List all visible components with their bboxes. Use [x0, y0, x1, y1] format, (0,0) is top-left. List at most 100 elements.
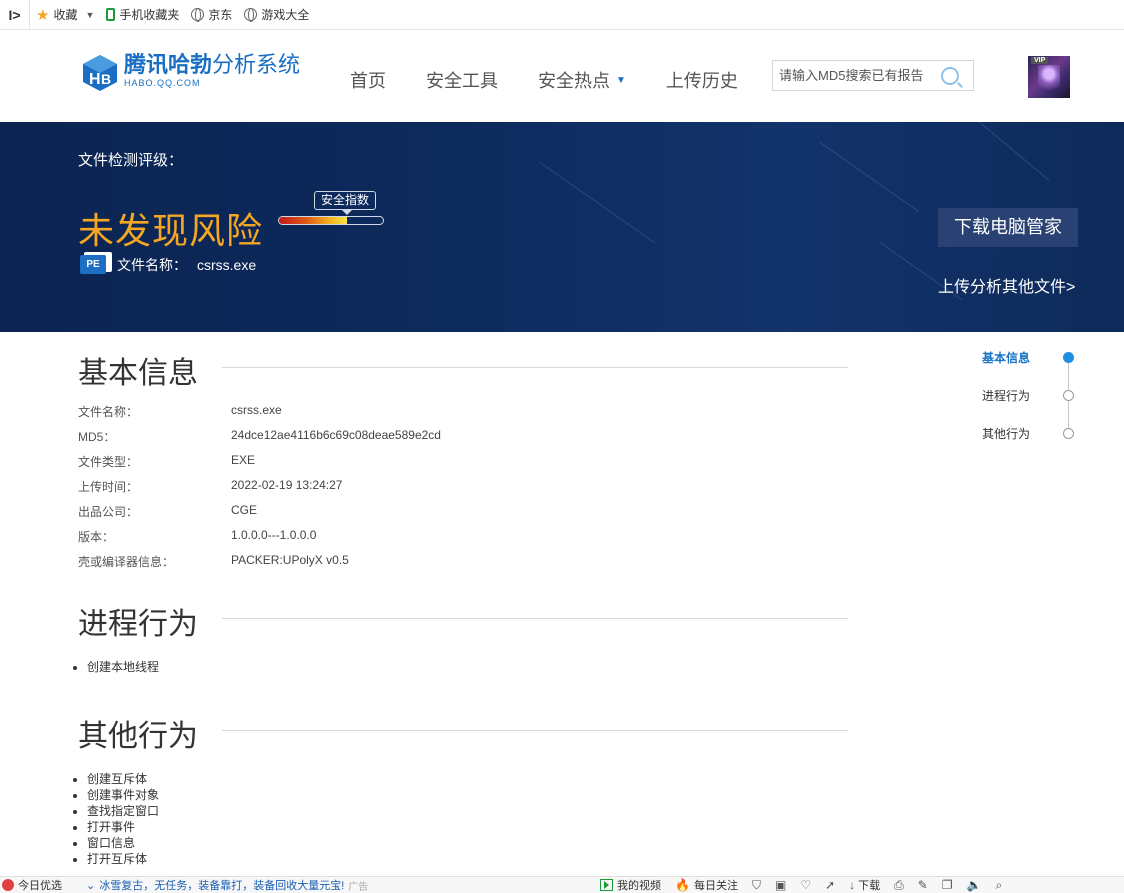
my-videos[interactable]: 我的视频 — [600, 877, 661, 893]
bookmark-favorites[interactable]: ★ 收藏 ▼ — [36, 6, 94, 24]
anchor-basic-info[interactable]: 基本信息 — [982, 349, 1030, 366]
list-item: 打开互斥体 — [87, 851, 159, 867]
list-item: 打开事件 — [87, 819, 159, 835]
detection-banner: 文件检测评级： 未发现风险 安全指数 PE 文件名称： csrss.exe 下载电… — [0, 122, 1124, 332]
info-label: MD5： — [78, 430, 116, 444]
bookmark-mobile-favorites[interactable]: 手机收藏夹 — [106, 6, 179, 23]
flame-icon: 🔥 — [675, 878, 690, 892]
daily-follow[interactable]: 🔥 每日关注 — [675, 877, 738, 893]
info-label: 上传时间： — [78, 480, 139, 494]
news-ticker[interactable]: ⌄ 冰雪复古，无任务，装备靠打，装备回收大量元宝! 广告 — [86, 877, 368, 893]
nav-label: 安全工具 — [426, 71, 498, 91]
section-title-process: 进程行为 — [78, 608, 198, 641]
list-item: 窗口信息 — [87, 835, 159, 851]
downloads[interactable]: ↓ 下载 — [849, 877, 880, 893]
decorative-streak — [539, 162, 655, 244]
logo-title-light: 分析系统 — [212, 52, 301, 77]
info-value: 1.0.0.0---1.0.0.0 — [231, 528, 317, 542]
info-label: 文件名称： — [78, 405, 139, 419]
nav-home[interactable]: 首页 — [350, 67, 386, 93]
search-icon[interactable] — [941, 66, 959, 85]
nav-security-tools[interactable]: 安全工具 — [426, 67, 498, 93]
news-text: 冰雪复古，无任务，装备靠打，装备回收大量元宝! — [99, 880, 345, 892]
info-value: 24dce12ae4116b6c69c08deae589e2cd — [231, 428, 441, 442]
hero-file-name: 文件名称： csrss.exe — [117, 255, 256, 275]
bookmark-label: 收藏 — [53, 8, 78, 22]
rocket-icon[interactable]: ➚ — [825, 878, 835, 892]
chevron-down-icon: ⌄ — [86, 879, 96, 892]
list-item: 创建互斥体 — [87, 771, 159, 787]
list-item: 创建本地线程 — [87, 659, 159, 675]
bookmark-games[interactable]: 游戏大全 — [244, 6, 309, 23]
process-behavior-list: 创建本地线程 — [87, 659, 159, 675]
downloads-label: 下载 — [858, 880, 881, 892]
heartbeat-icon[interactable]: ♡ — [800, 878, 811, 892]
vip-badge: VIP — [1031, 57, 1049, 64]
section-title-basic: 基本信息 — [78, 357, 198, 390]
nav-upload-history[interactable]: 上传历史 — [666, 67, 738, 93]
logo-subtitle: HABO.QQ.COM — [124, 78, 201, 89]
today-picks-label: 今日优选 — [18, 880, 62, 892]
safety-index-fill — [279, 217, 347, 224]
info-label: 版本： — [78, 530, 115, 544]
md5-search-box — [772, 60, 974, 91]
today-picks-icon — [2, 879, 14, 891]
caret-down-icon: ▼ — [616, 74, 626, 86]
logo-title-bold: 腾讯哈勃 — [124, 52, 213, 77]
decorative-streak — [819, 142, 919, 212]
daily-follow-label: 每日关注 — [693, 880, 738, 892]
anchor-process-behavior[interactable]: 进程行为 — [982, 387, 1030, 404]
risk-result: 未发现风险 — [78, 210, 264, 251]
info-value: PACKER:UPolyX v0.5 — [231, 553, 349, 567]
chevron-down-icon[interactable]: ▼ — [85, 10, 94, 20]
bookmark-label: 京东 — [208, 8, 233, 22]
brush-icon[interactable]: ✎ — [918, 878, 928, 892]
main-nav: 首页 安全工具 安全热点 ▼ 上传历史 — [350, 67, 778, 93]
info-value: 2022-02-19 13:24:27 — [231, 478, 343, 492]
nav-security-hotspots[interactable]: 安全热点 ▼ — [538, 67, 626, 93]
anchor-dot[interactable] — [1063, 428, 1074, 439]
info-value: CGE — [231, 503, 258, 517]
md5-search-input[interactable] — [773, 61, 939, 90]
info-value: csrss.exe — [231, 403, 282, 417]
svg-text:B: B — [101, 71, 111, 87]
phone-icon — [106, 8, 116, 21]
rating-label: 文件检测评级： — [78, 152, 184, 169]
info-value: EXE — [231, 453, 256, 467]
window-icon[interactable]: ❐ — [942, 878, 953, 892]
bookmark-jd[interactable]: 京东 — [191, 6, 232, 23]
file-name-label: 文件名称： — [117, 257, 187, 273]
bookmark-label: 手机收藏夹 — [119, 8, 180, 22]
info-label: 出品公司： — [78, 505, 139, 519]
svg-text:H: H — [89, 71, 101, 88]
anchor-dot[interactable] — [1063, 390, 1074, 401]
play-icon — [600, 879, 613, 891]
site-header: H B 腾讯哈勃分析系统 HABO.QQ.COM 首页 安全工具 安全热点 ▼ 上… — [0, 31, 1124, 122]
avatar-figure — [1038, 65, 1060, 95]
today-picks[interactable]: 今日优选 — [2, 877, 62, 893]
pe-file-icon: PE — [80, 252, 112, 274]
safety-index-tag: 安全指数 — [314, 191, 377, 215]
download-pc-manager-button[interactable]: 下载电脑管家 — [938, 208, 1078, 247]
globe-icon — [244, 8, 258, 22]
info-label: 文件类型： — [78, 455, 139, 469]
zoom-icon[interactable]: ⌕ — [996, 878, 1003, 893]
nav-label: 首页 — [350, 71, 386, 91]
section-divider — [222, 618, 848, 619]
sidebar-toggle-icon[interactable]: I> — [0, 0, 30, 30]
decorative-streak — [979, 122, 1050, 181]
print-icon[interactable]: ⎙ — [894, 878, 904, 893]
safety-index-bar — [278, 216, 384, 225]
image-icon[interactable]: ▣ — [775, 878, 786, 892]
anchor-other-behavior[interactable]: 其他行为 — [982, 425, 1030, 442]
other-behavior-list: 创建互斥体 创建事件对象 查找指定窗口 打开事件 窗口信息 打开互斥体 — [87, 771, 159, 867]
status-bar-tools: 我的视频 🔥 每日关注 ⛉ ▣ ♡ ➚ ↓ 下载 ⎙ ✎ ❐ 🔈 ⌕ — [600, 877, 1002, 893]
anchor-dot-active[interactable] — [1063, 352, 1074, 363]
bookmark-bar: I> ★ 收藏 ▼ 手机收藏夹 京东 游戏大全 — [0, 0, 1124, 30]
site-logo[interactable]: H B 腾讯哈勃分析系统 HABO.QQ.COM — [80, 52, 301, 93]
user-avatar[interactable]: VIP — [1028, 56, 1070, 98]
upload-other-file-link[interactable]: 上传分析其他文件> — [938, 273, 1075, 297]
browser-status-bar: 今日优选 ⌄ 冰雪复古，无任务，装备靠打，装备回收大量元宝! 广告 我的视频 🔥… — [0, 876, 1124, 893]
shield-icon[interactable]: ⛉ — [752, 878, 761, 893]
volume-icon[interactable]: 🔈 — [967, 878, 982, 892]
